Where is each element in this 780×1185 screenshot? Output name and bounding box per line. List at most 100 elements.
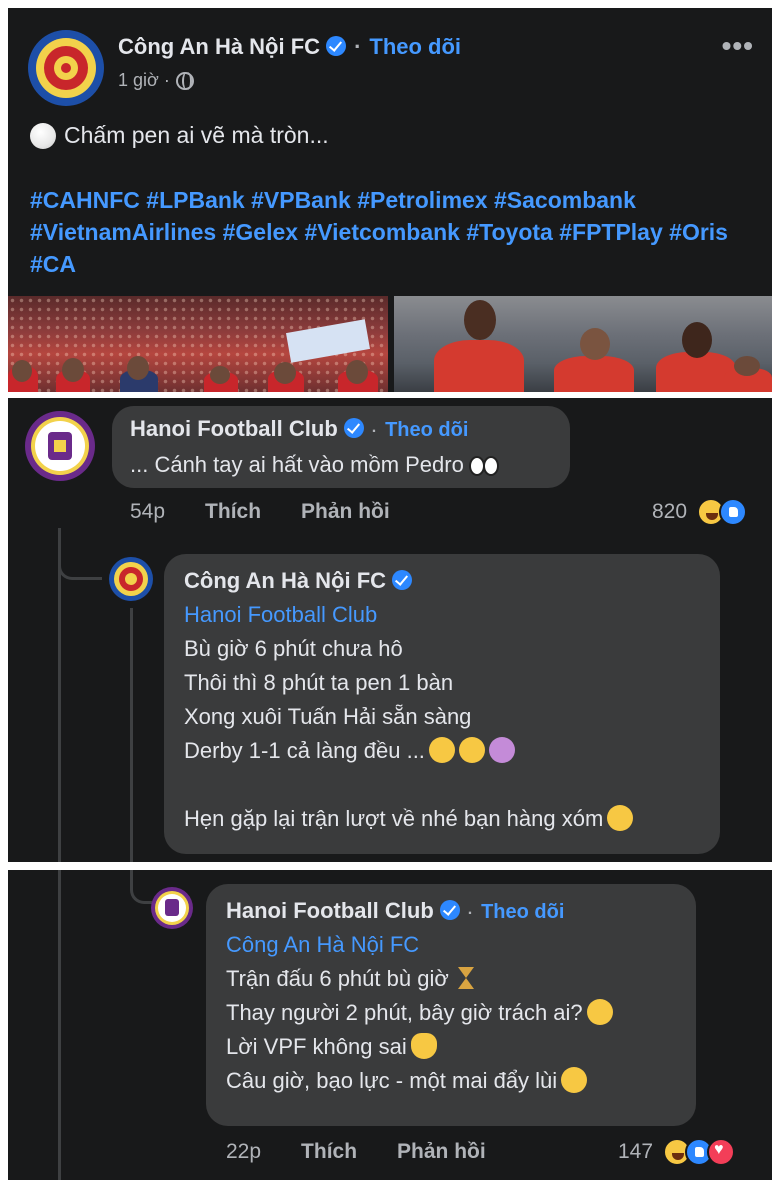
reply-line-text: Thay người 2 phút, bây giờ trách ai? bbox=[226, 1000, 583, 1025]
reply-body: Công An Hà Nội FC Trận đấu 6 phút bù giờ… bbox=[226, 928, 613, 1098]
post-author-line: Công An Hà Nội FC · Theo dõi bbox=[118, 34, 461, 60]
reply-button[interactable]: Phản hồi bbox=[397, 1140, 486, 1164]
verified-badge-icon bbox=[326, 36, 347, 56]
reply-line-text: Hẹn gặp lại trận lượt về nhé bạn hàng xó… bbox=[184, 806, 604, 831]
player-head bbox=[210, 366, 230, 384]
player-head bbox=[346, 360, 368, 384]
reply-line: Xong xuôi Tuấn Hải sẵn sàng bbox=[184, 704, 472, 729]
reply-line-with-emoji: Hẹn gặp lại trận lượt về nhé bạn hàng xó… bbox=[184, 802, 634, 836]
reply-line-with-emoji: Thay người 2 phút, bây giờ trách ai? bbox=[226, 996, 613, 1030]
expressionless-emoji-icon bbox=[428, 737, 455, 763]
post-photo-right[interactable] bbox=[394, 296, 772, 392]
like-button[interactable]: Thích bbox=[301, 1140, 357, 1164]
reply-line: Bù giờ 6 phút chưa hô bbox=[184, 636, 403, 661]
dizzy-emoji-icon bbox=[488, 737, 515, 763]
reply-line-text: Câu giờ, bạo lực - một mai đẩy lùi bbox=[226, 1068, 558, 1093]
reaction-count: 820 bbox=[652, 500, 688, 523]
like-reaction-icon bbox=[719, 498, 748, 526]
verified-badge-icon bbox=[439, 900, 460, 920]
player-head bbox=[127, 356, 149, 380]
tired-emoji-icon bbox=[458, 737, 485, 763]
comment-time[interactable]: 54p bbox=[130, 500, 165, 524]
reply-line-with-emoji: Lời VPF không sai bbox=[226, 1030, 613, 1064]
post-author-name[interactable]: Công An Hà Nội FC bbox=[118, 34, 320, 59]
comment-bubble: Hanoi Football Club · Theo dõi ... Cánh ta… bbox=[112, 406, 570, 488]
comment-actions: 54p Thích Phản hồi bbox=[130, 500, 390, 524]
thread-line bbox=[58, 870, 61, 1180]
post-card: Công An Hà Nội FC · Theo dõi 1 giờ · ••• C… bbox=[8, 8, 772, 392]
reaction-summary[interactable]: 147 bbox=[618, 1138, 736, 1166]
reaction-summary[interactable]: 820 bbox=[652, 498, 748, 526]
reply-line-with-emoji: Câu giờ, bạo lực - một mai đẩy lùi bbox=[226, 1064, 613, 1098]
reply-mention[interactable]: Công An Hà Nội FC bbox=[226, 928, 613, 962]
thread-line bbox=[130, 608, 133, 862]
player-head bbox=[274, 362, 296, 384]
reply-line-with-emoji: Derby 1-1 cả làng đều ... bbox=[184, 734, 633, 768]
player-figure bbox=[554, 356, 634, 392]
hourglass-emoji-icon bbox=[453, 965, 479, 991]
reply-line-text: Trận đấu 6 phút bù giờ bbox=[226, 966, 449, 991]
reply-line-with-emoji: Trận đấu 6 phút bù giờ bbox=[226, 962, 613, 996]
follow-button[interactable]: Theo dõi bbox=[369, 34, 461, 59]
hanoi-fc-logo bbox=[151, 887, 193, 929]
reply-bubble: Công An Hà Nội FC Hanoi Football Club Bù… bbox=[164, 554, 720, 854]
player-head bbox=[734, 356, 760, 376]
reply-author-line: Công An Hà Nội FC bbox=[184, 568, 413, 594]
tongue-emoji-icon bbox=[561, 1067, 588, 1093]
wink-emoji-icon bbox=[607, 805, 634, 831]
reply-bubble: Hanoi Football Club · Theo dõi Công An Hà … bbox=[206, 884, 696, 1126]
reply-line-text: Lời VPF không sai bbox=[226, 1034, 407, 1059]
love-reaction-icon bbox=[707, 1138, 736, 1166]
white-circle-emoji-icon bbox=[30, 122, 56, 149]
thread-connector bbox=[130, 870, 152, 904]
player-head bbox=[682, 322, 712, 358]
reply-button[interactable]: Phản hồi bbox=[301, 500, 390, 524]
dot-separator: · bbox=[371, 423, 378, 440]
verified-badge-icon bbox=[343, 418, 364, 438]
comment-text: ... Cánh tay ai hất vào mồm Pedro bbox=[130, 452, 464, 477]
cahn-fc-logo bbox=[30, 32, 102, 104]
cahn-fc-logo bbox=[109, 557, 153, 601]
comment-text-line: ... Cánh tay ai hất vào mồm Pedro bbox=[130, 448, 499, 482]
reaction-count: 147 bbox=[618, 1140, 654, 1163]
player-head bbox=[12, 360, 32, 382]
reply-line: Thôi thì 8 phút ta pen 1 bàn bbox=[184, 670, 454, 695]
post-time-text[interactable]: 1 giờ · bbox=[118, 70, 170, 91]
comment-thread-2: Hanoi Football Club · Theo dõi Công An Hà … bbox=[8, 870, 772, 1180]
hanoi-fc-logo bbox=[25, 411, 95, 481]
like-button[interactable]: Thích bbox=[205, 500, 261, 524]
post-hashtags[interactable]: #CAHNFC #LPBank #VPBank #Petrolimex #Sac… bbox=[30, 184, 770, 280]
eyes-emoji-icon bbox=[468, 451, 499, 477]
reply-actions: 22p Thích Phản hồi bbox=[226, 1140, 486, 1164]
reply-author-line: Hanoi Football Club · Theo dõi bbox=[226, 898, 564, 924]
reply-time[interactable]: 22p bbox=[226, 1140, 261, 1164]
thread-connector bbox=[58, 538, 102, 580]
reply-author-name[interactable]: Hanoi Football Club bbox=[226, 898, 434, 923]
post-text-content: Chấm pen ai vẽ mà tròn... bbox=[64, 122, 329, 148]
hanoi-fc-avatar[interactable] bbox=[24, 410, 96, 482]
more-options-icon[interactable]: ••• bbox=[722, 30, 754, 62]
dot-separator: · bbox=[354, 34, 362, 59]
globe-icon bbox=[175, 71, 194, 90]
ok-hand-emoji-icon bbox=[410, 1033, 437, 1059]
reply-mention[interactable]: Hanoi Football Club bbox=[184, 598, 633, 632]
hanoi-fc-avatar[interactable] bbox=[150, 886, 194, 930]
reply-line-text: Derby 1-1 cả làng đều ... bbox=[184, 738, 425, 763]
post-text: Chấm pen ai vẽ mà tròn... bbox=[30, 122, 329, 149]
reply-blank-line bbox=[184, 768, 633, 802]
verified-badge-icon bbox=[392, 570, 413, 590]
comment-thread-1: Hanoi Football Club · Theo dõi ... Cánh ta… bbox=[8, 398, 772, 862]
player-head bbox=[580, 328, 610, 360]
dot-separator: · bbox=[467, 905, 474, 922]
post-photo-left[interactable] bbox=[8, 296, 388, 392]
reply-author-name[interactable]: Công An Hà Nội FC bbox=[184, 568, 386, 593]
cahn-fc-avatar[interactable] bbox=[108, 556, 154, 602]
comment-author-name[interactable]: Hanoi Football Club bbox=[130, 416, 338, 441]
player-figure bbox=[434, 340, 524, 392]
follow-button[interactable]: Theo dõi bbox=[481, 901, 564, 923]
follow-button[interactable]: Theo dõi bbox=[385, 419, 468, 441]
cahn-fc-avatar[interactable] bbox=[28, 30, 104, 106]
monocle-emoji-icon bbox=[586, 999, 613, 1025]
player-head bbox=[62, 358, 84, 382]
thread-line bbox=[58, 528, 61, 862]
